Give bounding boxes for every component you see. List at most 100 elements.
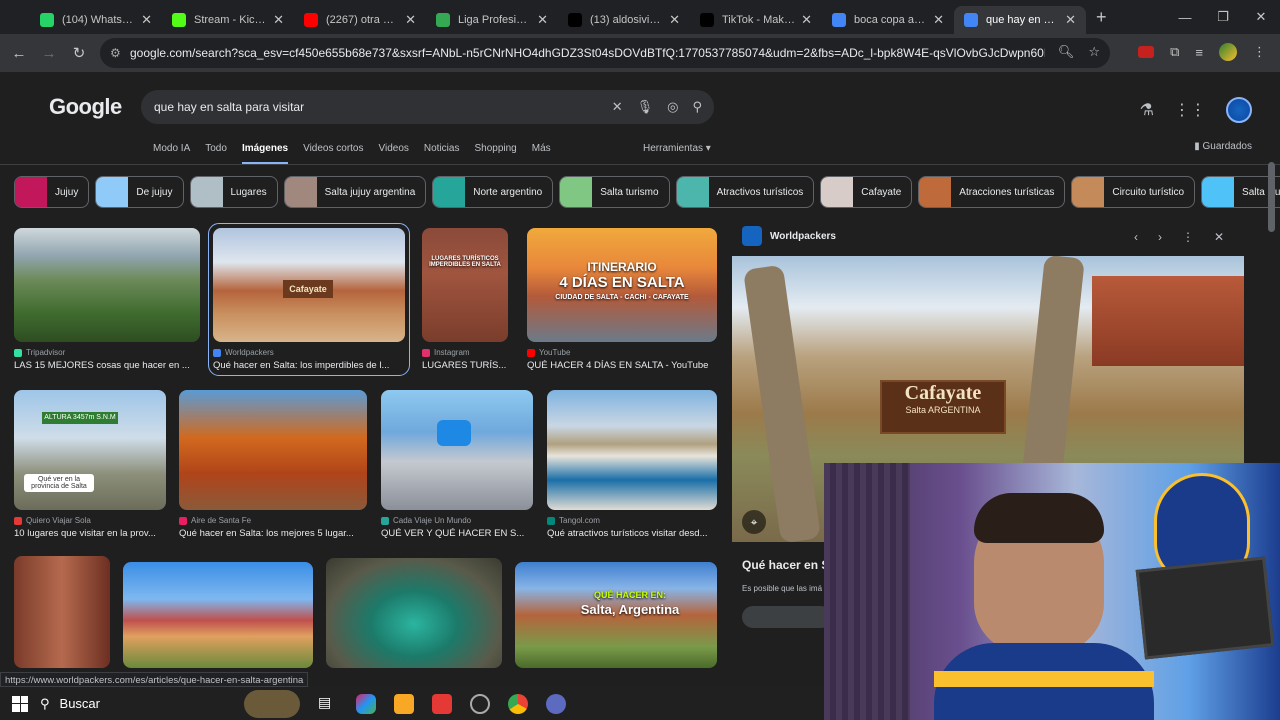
refinement-chip[interactable]: Salta turismo [559,176,670,208]
result-caption[interactable]: Qué atractivos turísticos visitar desd..… [547,528,717,539]
result-image[interactable] [326,558,502,668]
result-image[interactable] [547,390,717,510]
refinement-chip[interactable]: De jujuy [95,176,184,208]
panel-source[interactable]: Worldpackers [770,231,836,242]
site-info-icon[interactable]: ⚙ [110,46,121,60]
extensions-puzzle-icon[interactable]: ⧉ [1170,44,1179,60]
refinement-chip[interactable]: Cafayate [820,176,913,208]
result-image[interactable] [381,390,533,510]
close-window-icon[interactable]: ✕ [1242,9,1280,25]
search-icon[interactable]: ⚲ [692,99,702,115]
tools-button[interactable]: Herramientas ▾ [643,143,711,154]
chrome-icon[interactable] [508,693,528,714]
panel-title[interactable]: Qué hacer en S [742,558,829,572]
lens-search-icon[interactable]: ⌖ [742,510,766,534]
search-tab[interactable]: Más [532,143,551,165]
taskbar-search[interactable]: ⚲ Buscar [40,696,220,712]
media-icon[interactable]: ≡ [1195,45,1203,60]
next-icon[interactable]: › [1158,230,1162,244]
microphone-icon[interactable]: 🎙︎ [637,99,654,115]
search-tab[interactable]: Modo IA [153,143,190,165]
result-caption[interactable]: 10 lugares que visitar en la prov... [14,528,166,539]
result-caption[interactable]: QUÉ HACER 4 DÍAS EN SALTA - YouTube [527,360,717,371]
refinement-chip[interactable]: Salta jujuy argentina [283,176,427,208]
result-card[interactable] [326,558,502,668]
result-caption[interactable]: Qué hacer en Salta: los mejores 5 lugar.… [179,528,367,539]
windows-start-icon[interactable] [12,695,28,712]
result-image[interactable]: LUGARES TURÍSTICOS IMPERDIBLES EN SALTA [422,228,508,342]
search-tab[interactable]: Videos [378,143,408,165]
search-tab[interactable]: Videos cortos [303,143,363,165]
browser-tab[interactable]: Liga Profesional ✕ [426,6,558,34]
previous-icon[interactable]: ‹ [1134,230,1138,244]
tab-close-icon[interactable]: ✕ [669,12,680,28]
result-caption[interactable]: QUÉ VER Y QUÉ HACER EN S... [381,528,533,539]
result-card[interactable]: Tripadvisor LAS 15 MEJORES cosas que hac… [14,228,200,371]
apps-grid-icon[interactable]: ⋮⋮ [1174,100,1206,120]
result-image[interactable]: Cafayate [213,228,405,342]
menu-kebab-icon[interactable]: ⋮ [1253,44,1266,60]
result-card[interactable] [14,556,110,668]
search-tab[interactable]: Imágenes [241,143,289,165]
result-card[interactable]: LUGARES TURÍSTICOS IMPERDIBLES EN SALTA … [422,228,508,371]
result-caption[interactable]: LUGARES TURÍS... [422,360,508,371]
browser-tab[interactable]: que hay en salta ✕ [954,6,1086,34]
result-card[interactable]: ALTURA 3457m S.N.M Qué ver en la provinc… [14,390,166,539]
tab-close-icon[interactable]: ✕ [537,12,548,28]
search-input[interactable]: que hay en salta para visitar ✕ 🎙︎ ◎ ⚲ [141,90,714,124]
account-avatar[interactable] [1226,97,1252,123]
refinement-chip[interactable]: Lugares [189,176,278,208]
file-explorer-icon[interactable] [394,693,414,714]
app-icon[interactable] [432,693,452,714]
result-image[interactable]: ITINERARIO 4 DÍAS EN SALTA CIUDAD DE SAL… [527,228,717,342]
search-tab[interactable]: Todo [205,143,227,165]
result-card[interactable]: Cada Viaje Un Mundo QUÉ VER Y QUÉ HACER … [381,390,533,539]
refinement-chip[interactable]: Circuito turístico [1071,176,1196,208]
bookmark-star-icon[interactable]: ☆ [1088,44,1100,60]
result-caption[interactable]: Qué hacer en Salta: los imperdibles de l… [213,360,405,371]
zoom-icon[interactable]: 🔍︎ [1058,44,1075,60]
new-tab-button[interactable]: + [1096,7,1107,28]
saved-button[interactable]: ▮ Guardados [1194,141,1252,152]
result-card[interactable] [123,562,313,668]
result-image[interactable] [14,228,200,342]
task-view-icon[interactable]: ▤ [318,694,338,714]
tab-close-icon[interactable]: ✕ [273,12,284,28]
result-card[interactable]: Tangol.com Qué atractivos turísticos vis… [547,390,717,539]
maximize-icon[interactable]: ❐ [1204,9,1242,25]
labs-flask-icon[interactable]: ⚗ [1140,100,1154,120]
tab-close-icon[interactable]: ✕ [141,12,152,28]
profile-avatar[interactable] [1219,43,1237,61]
minimize-icon[interactable]: — [1166,10,1204,25]
more-options-icon[interactable]: ⋮ [1182,230,1194,244]
refinement-chip[interactable]: Norte argentino [432,176,554,208]
reload-icon[interactable]: ↻ [64,44,94,62]
search-tab[interactable]: Shopping [474,143,516,165]
tab-close-icon[interactable]: ✕ [405,12,416,28]
result-card[interactable]: QUÉ HACER EN: Salta, Argentina [515,562,717,668]
browser-tab[interactable]: Stream - Kick Da ✕ [162,6,294,34]
app-icon-2[interactable] [546,693,566,714]
tab-close-icon[interactable]: ✕ [801,12,812,28]
back-icon[interactable]: ← [4,45,34,62]
forward-icon[interactable]: → [34,45,64,62]
video-extension-icon[interactable] [1138,46,1155,58]
result-card[interactable]: Aire de Santa Fe Qué hacer en Salta: los… [179,390,367,539]
browser-tab[interactable]: boca copa argen ✕ [822,6,954,34]
page-scrollbar[interactable] [1268,162,1275,232]
visit-button[interactable] [742,606,832,628]
tab-close-icon[interactable]: ✕ [1065,12,1076,28]
result-image[interactable]: QUÉ HACER EN: Salta, Argentina [515,562,717,668]
result-image[interactable] [14,556,110,668]
browser-tab[interactable]: TikTok - Make Yo ✕ [690,6,822,34]
result-image[interactable]: ALTURA 3457m S.N.M Qué ver en la provinc… [14,390,166,510]
result-image[interactable] [179,390,367,510]
result-card-selected[interactable]: Cafayate Worldpackers Qué hacer en Salta… [208,223,410,376]
address-bar[interactable]: ⚙ google.com/search?sca_esv=cf450e655b68… [100,38,1110,68]
lens-camera-icon[interactable]: ◎ [667,99,678,115]
browser-tab[interactable]: (13) aldosivi - Bu ✕ [558,6,690,34]
refinement-chip[interactable]: Jujuy [14,176,90,208]
result-card[interactable]: ITINERARIO 4 DÍAS EN SALTA CIUDAD DE SAL… [527,228,717,371]
copilot-icon[interactable] [356,693,376,714]
close-panel-icon[interactable]: ✕ [1214,230,1224,244]
